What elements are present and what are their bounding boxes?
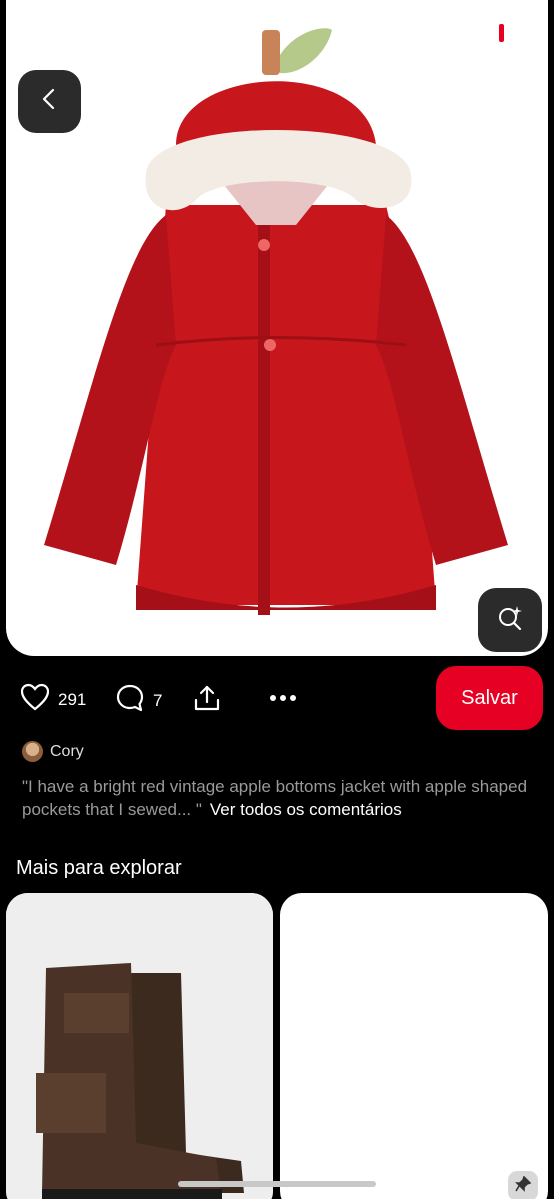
explore-pin-card[interactable]: [6, 893, 273, 1199]
top-indicator: [499, 24, 504, 42]
more-options-button[interactable]: [268, 683, 298, 718]
commenter[interactable]: Cory: [22, 741, 84, 762]
pin-actions-bar: 291 7 Salvar: [0, 666, 554, 732]
like-count: 291: [58, 689, 87, 709]
pin-icon: [515, 1175, 532, 1197]
explore-pin-card[interactable]: [280, 893, 548, 1199]
see-all-comments-link[interactable]: Ver todos os comentários: [210, 800, 402, 819]
chevron-left-icon: [38, 87, 62, 116]
home-indicator: [178, 1181, 376, 1187]
lens-search-icon: [495, 603, 525, 638]
back-button[interactable]: [18, 70, 81, 133]
comment-bubble-icon: [115, 683, 145, 718]
visual-search-button[interactable]: [478, 588, 542, 652]
like-button[interactable]: 291: [20, 683, 86, 716]
jacket-image: [44, 28, 508, 615]
comment-preview: "I have a bright red vintage apple botto…: [22, 775, 537, 821]
comment-button[interactable]: 7: [115, 683, 162, 718]
comment-count: 7: [153, 690, 163, 710]
commenter-name[interactable]: Cory: [50, 743, 84, 761]
save-button[interactable]: Salvar: [436, 666, 543, 730]
more-dots-icon: [268, 683, 298, 718]
heart-icon: [20, 683, 50, 716]
pin-badge-button[interactable]: [508, 1171, 538, 1199]
pin-image-card[interactable]: [6, 0, 548, 656]
boots-image: [6, 893, 273, 1199]
explore-section-title: Mais para explorar: [16, 857, 182, 879]
share-button[interactable]: [192, 683, 222, 718]
share-icon: [192, 683, 222, 718]
avatar[interactable]: [22, 741, 43, 762]
